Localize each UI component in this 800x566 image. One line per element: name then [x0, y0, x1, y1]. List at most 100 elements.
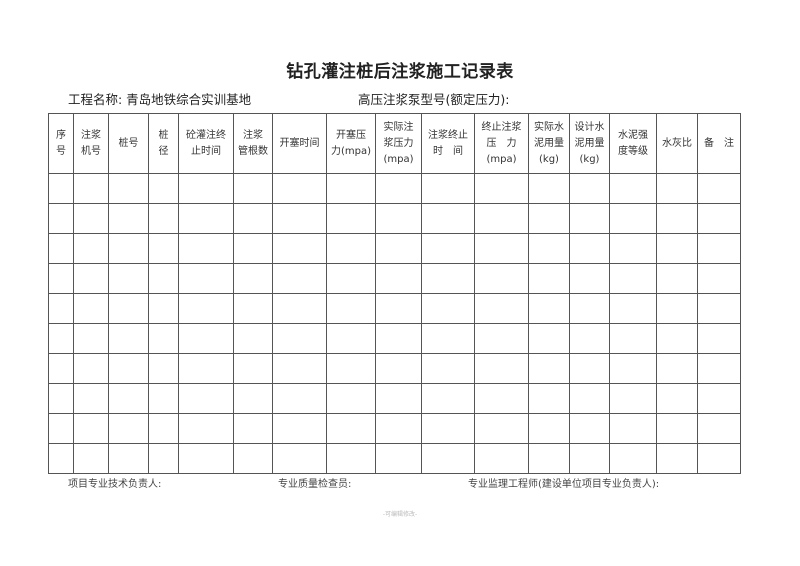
table-cell[interactable]	[609, 353, 657, 384]
table-cell[interactable]	[421, 293, 475, 324]
table-cell[interactable]	[528, 233, 570, 264]
table-cell[interactable]	[233, 383, 273, 414]
table-cell[interactable]	[233, 293, 273, 324]
table-cell[interactable]	[697, 203, 741, 234]
table-cell[interactable]	[421, 173, 475, 204]
table-cell[interactable]	[148, 203, 179, 234]
table-cell[interactable]	[73, 203, 109, 234]
table-cell[interactable]	[178, 173, 234, 204]
table-cell[interactable]	[48, 443, 74, 474]
table-cell[interactable]	[474, 293, 529, 324]
table-cell[interactable]	[178, 203, 234, 234]
table-cell[interactable]	[73, 413, 109, 444]
table-cell[interactable]	[326, 263, 376, 294]
table-cell[interactable]	[528, 263, 570, 294]
table-cell[interactable]	[73, 383, 109, 414]
table-cell[interactable]	[375, 323, 422, 354]
table-cell[interactable]	[697, 293, 741, 324]
table-cell[interactable]	[375, 443, 422, 474]
table-cell[interactable]	[233, 353, 273, 384]
table-cell[interactable]	[474, 323, 529, 354]
table-cell[interactable]	[108, 293, 149, 324]
table-cell[interactable]	[272, 263, 327, 294]
table-cell[interactable]	[148, 233, 179, 264]
table-cell[interactable]	[375, 173, 422, 204]
table-cell[interactable]	[73, 263, 109, 294]
table-cell[interactable]	[474, 263, 529, 294]
table-cell[interactable]	[528, 323, 570, 354]
table-cell[interactable]	[609, 203, 657, 234]
table-cell[interactable]	[108, 263, 149, 294]
table-cell[interactable]	[148, 323, 179, 354]
table-cell[interactable]	[609, 383, 657, 414]
table-cell[interactable]	[528, 413, 570, 444]
table-cell[interactable]	[48, 173, 74, 204]
table-cell[interactable]	[326, 383, 376, 414]
table-cell[interactable]	[73, 443, 109, 474]
table-cell[interactable]	[474, 203, 529, 234]
table-cell[interactable]	[656, 413, 698, 444]
table-cell[interactable]	[272, 203, 327, 234]
table-cell[interactable]	[375, 203, 422, 234]
table-cell[interactable]	[108, 233, 149, 264]
table-cell[interactable]	[697, 323, 741, 354]
table-cell[interactable]	[73, 323, 109, 354]
table-cell[interactable]	[148, 353, 179, 384]
table-cell[interactable]	[178, 383, 234, 414]
table-cell[interactable]	[73, 293, 109, 324]
table-cell[interactable]	[656, 263, 698, 294]
table-cell[interactable]	[375, 233, 422, 264]
table-cell[interactable]	[233, 203, 273, 234]
table-cell[interactable]	[148, 263, 179, 294]
table-cell[interactable]	[48, 353, 74, 384]
table-cell[interactable]	[148, 443, 179, 474]
table-cell[interactable]	[108, 203, 149, 234]
table-cell[interactable]	[569, 233, 610, 264]
table-cell[interactable]	[178, 413, 234, 444]
table-cell[interactable]	[569, 173, 610, 204]
table-cell[interactable]	[656, 173, 698, 204]
table-cell[interactable]	[272, 293, 327, 324]
table-cell[interactable]	[528, 173, 570, 204]
table-cell[interactable]	[148, 413, 179, 444]
table-cell[interactable]	[609, 263, 657, 294]
table-cell[interactable]	[656, 353, 698, 384]
table-cell[interactable]	[528, 443, 570, 474]
table-cell[interactable]	[474, 173, 529, 204]
table-cell[interactable]	[609, 323, 657, 354]
table-cell[interactable]	[474, 413, 529, 444]
table-cell[interactable]	[697, 443, 741, 474]
table-cell[interactable]	[326, 443, 376, 474]
table-cell[interactable]	[108, 443, 149, 474]
table-cell[interactable]	[528, 353, 570, 384]
table-cell[interactable]	[272, 353, 327, 384]
table-cell[interactable]	[656, 203, 698, 234]
table-cell[interactable]	[148, 173, 179, 204]
table-cell[interactable]	[656, 233, 698, 264]
table-cell[interactable]	[73, 173, 109, 204]
table-cell[interactable]	[609, 293, 657, 324]
table-cell[interactable]	[375, 413, 422, 444]
table-cell[interactable]	[375, 383, 422, 414]
table-cell[interactable]	[233, 263, 273, 294]
table-cell[interactable]	[108, 383, 149, 414]
table-cell[interactable]	[697, 383, 741, 414]
table-cell[interactable]	[375, 263, 422, 294]
table-cell[interactable]	[421, 233, 475, 264]
table-cell[interactable]	[609, 413, 657, 444]
table-cell[interactable]	[656, 293, 698, 324]
table-cell[interactable]	[148, 383, 179, 414]
table-cell[interactable]	[656, 383, 698, 414]
table-cell[interactable]	[569, 203, 610, 234]
table-cell[interactable]	[326, 293, 376, 324]
table-cell[interactable]	[178, 233, 234, 264]
table-cell[interactable]	[272, 413, 327, 444]
table-cell[interactable]	[569, 293, 610, 324]
table-cell[interactable]	[474, 383, 529, 414]
table-cell[interactable]	[48, 323, 74, 354]
table-cell[interactable]	[697, 353, 741, 384]
table-cell[interactable]	[569, 263, 610, 294]
table-cell[interactable]	[421, 353, 475, 384]
table-cell[interactable]	[73, 233, 109, 264]
table-cell[interactable]	[421, 443, 475, 474]
